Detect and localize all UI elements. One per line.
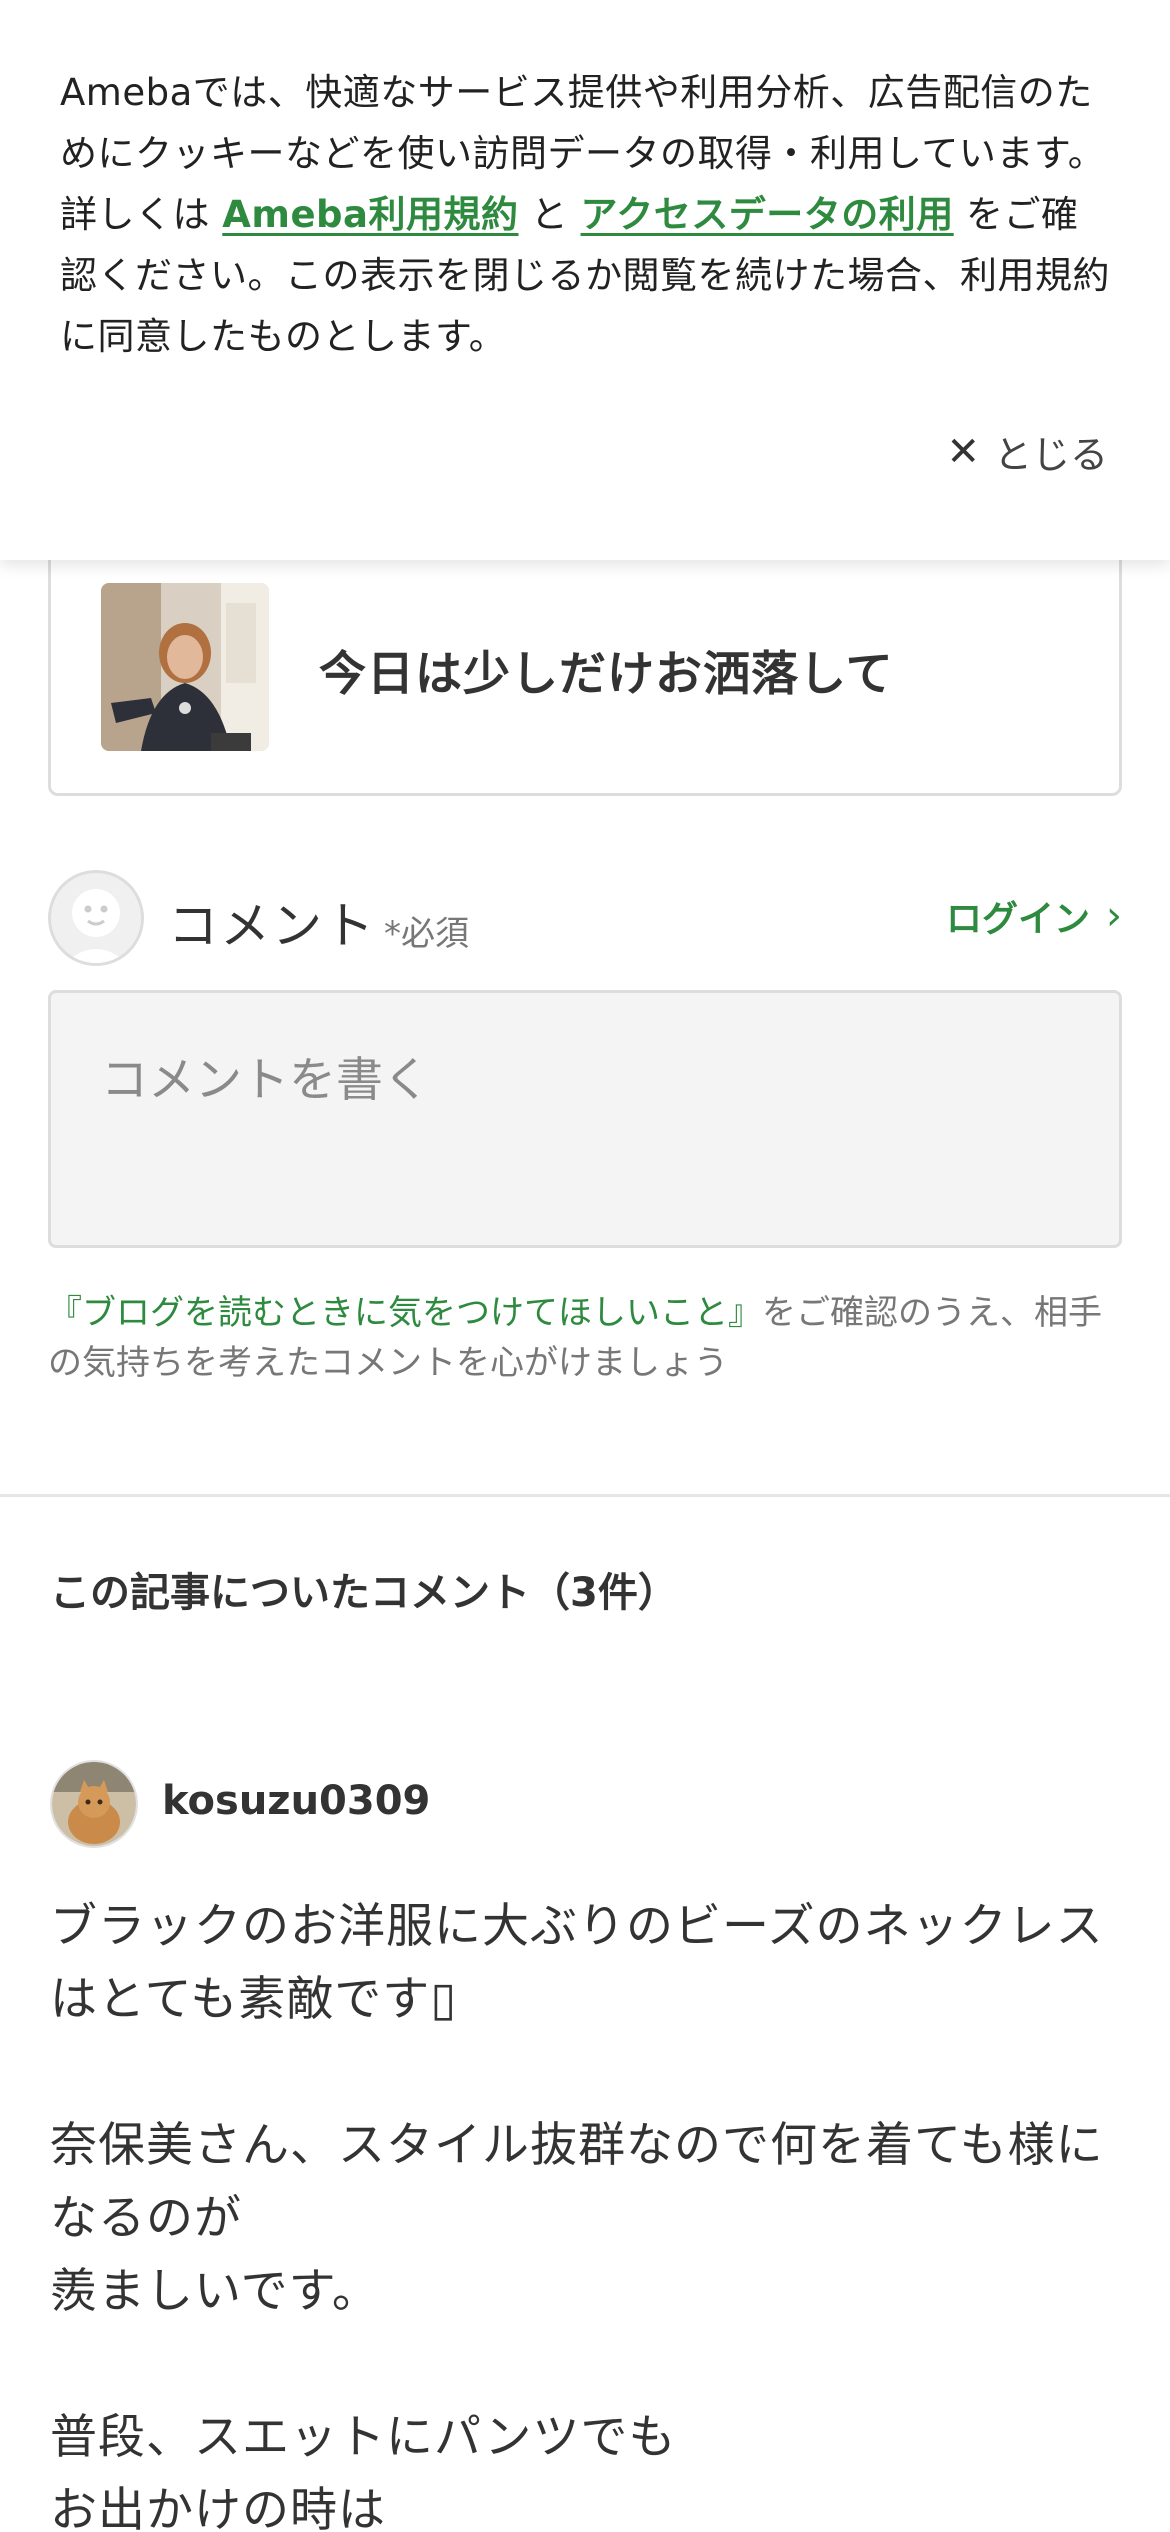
login-label: ログイン	[945, 899, 1090, 940]
required-label: *必須	[384, 914, 469, 954]
close-icon: ✕	[946, 428, 980, 475]
comment-header: コメント *必須 ログイン ›	[48, 870, 1122, 966]
comment-label: コメント	[168, 897, 376, 955]
article-card[interactable]: 今日は少しだけお洒落して	[48, 520, 1122, 796]
comment-paragraph: ブラックのお洋服に大ぶりのビーズのネックレスはとても素敵です▯	[50, 1899, 1104, 2027]
section-divider	[0, 1494, 1170, 1497]
chevron-right-icon: ›	[1106, 893, 1122, 939]
guideline-link[interactable]: 『ブログを読むときに気をつけてほしいこと』	[48, 1293, 762, 1333]
access-data-link[interactable]: アクセスデータの利用	[581, 193, 954, 236]
login-link[interactable]: ログイン ›	[946, 890, 1122, 942]
comment-paragraph: 普段、スエットにパンツでも お出かけの時は	[50, 2410, 677, 2532]
comment-paragraph: 奈保美さん、スタイル抜群なので何を着ても様になるのが 羨ましいです。	[50, 2118, 1104, 2319]
terms-link[interactable]: Ameba利用規約	[222, 193, 518, 236]
commenter-avatar[interactable]	[50, 1760, 138, 1848]
close-banner-button[interactable]: ✕ とじる	[946, 424, 1108, 479]
page: Amebaでは、快適なサービス提供や利用分析、広告配信のためにクッキーなどを使い…	[0, 0, 1170, 2532]
cookie-text-mid: と	[518, 193, 581, 236]
comment-guideline-notice: 『ブログを読むときに気をつけてほしいこと』をご確認のうえ、相手の気持ちを考えたコ…	[48, 1288, 1128, 1388]
cookie-banner: Amebaでは、快適なサービス提供や利用分析、広告配信のためにクッキーなどを使い…	[0, 0, 1170, 560]
cookie-text: Amebaでは、快適なサービス提供や利用分析、広告配信のためにクッキーなどを使い…	[60, 62, 1112, 367]
comment-body: ブラックのお洋服に大ぶりのビーズのネックレスはとても素敵です▯ 奈保美さん、スタ…	[50, 1890, 1130, 2532]
default-avatar-icon	[48, 870, 144, 966]
commenter-name[interactable]: kosuzu0309	[162, 1778, 430, 1824]
article-thumbnail	[101, 583, 269, 751]
comment-input[interactable]	[48, 990, 1122, 1248]
article-title: 今日は少しだけお洒落して	[319, 647, 894, 702]
close-label: とじる	[993, 433, 1108, 477]
comments-heading: この記事についたコメント（3件）	[50, 1570, 678, 1616]
